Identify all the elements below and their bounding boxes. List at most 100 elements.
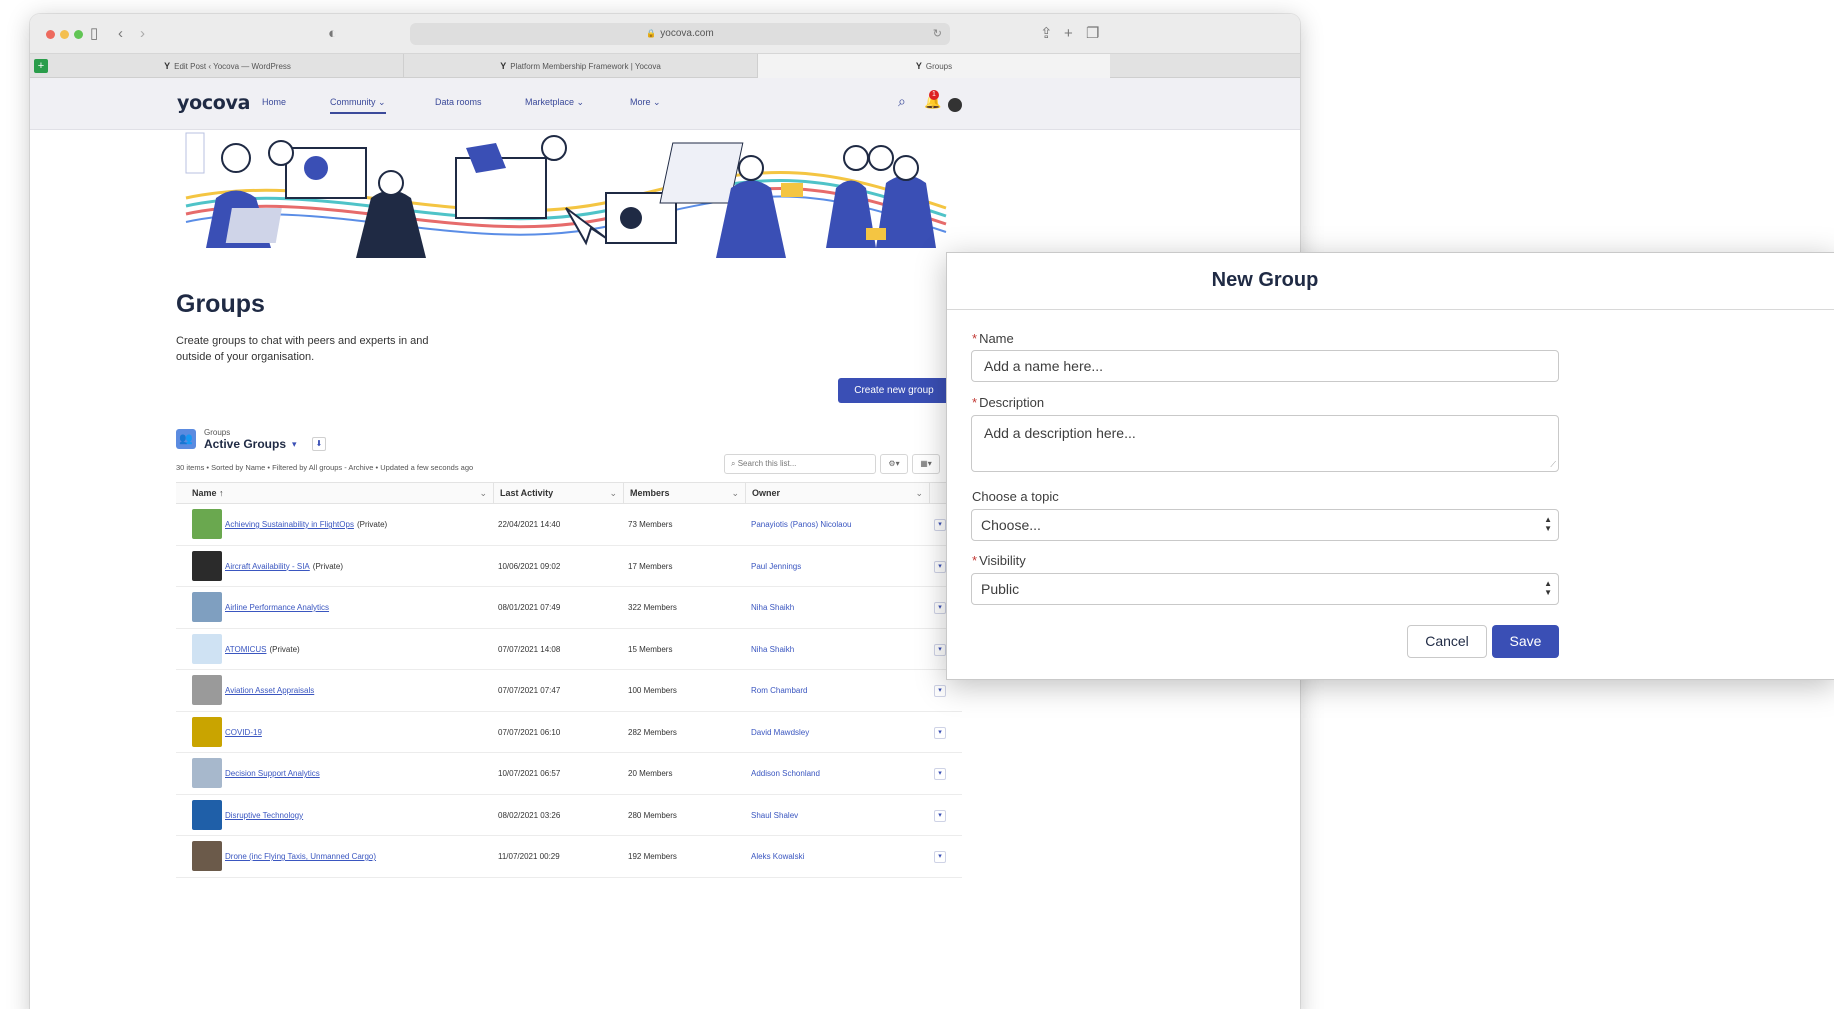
column-header-name[interactable]: Name ↑ ⌄ — [176, 483, 494, 504]
members-cell: 100 Members — [628, 686, 677, 695]
tab-overview-icon[interactable]: ❐ — [1086, 24, 1099, 44]
new-group-modal: New Group * Name Add a name here... * Desc… — [946, 252, 1834, 680]
screen: ▯ ‹ › ◐ 🔒 yocova.com ↻ ⇪ + ❐ + Y Edit Post… — [0, 0, 1834, 1009]
group-name-link[interactable]: COVID-19 — [225, 728, 262, 737]
name-input[interactable]: Add a name here... — [971, 350, 1559, 382]
row-actions-chevron-down-icon[interactable]: ▾ — [934, 560, 946, 573]
column-header-owner[interactable]: Owner ⌄ — [746, 483, 930, 504]
owner-link[interactable]: Paul Jennings — [751, 546, 931, 587]
tab-title: Platform Membership Framework | Yocova — [510, 62, 661, 71]
tab-groups[interactable]: Y Groups — [758, 54, 1110, 78]
row-actions-chevron-down-icon[interactable]: ▾ — [934, 726, 946, 739]
owner-link[interactable]: Rom Chambard — [751, 670, 931, 711]
address-bar[interactable]: 🔒 yocova.com ↻ — [410, 23, 950, 45]
owner-link[interactable]: Niha Shaikh — [751, 587, 931, 628]
nav-marketplace[interactable]: Marketplace ⌄ — [525, 97, 584, 108]
description-textarea[interactable]: Add a description here... ⟋ — [971, 415, 1559, 472]
column-header-last-activity[interactable]: Last Activity ⌄ — [494, 483, 624, 504]
list-view-name[interactable]: Active Groups — [204, 437, 286, 451]
row-actions-chevron-down-icon[interactable]: ▾ — [934, 643, 946, 656]
owner-link[interactable]: Panayiotis (Panos) Nicolaou — [751, 504, 931, 545]
list-settings-button[interactable]: ⚙▾ — [880, 454, 908, 474]
topic-select[interactable]: Choose... ▲ ▼ — [971, 509, 1559, 541]
nav-data-rooms[interactable]: Data rooms — [435, 97, 482, 107]
group-name-link[interactable]: Aviation Asset Appraisals — [225, 686, 314, 695]
cancel-button[interactable]: Cancel — [1407, 625, 1487, 658]
group-name-link[interactable]: Achieving Sustainability in FlightOps — [225, 520, 354, 529]
resize-handle-icon[interactable]: ⟋ — [1550, 461, 1556, 469]
site-logo[interactable]: yocova — [177, 92, 250, 114]
group-name-link[interactable]: Drone (inc Flying Taxis, Unmanned Cargo) — [225, 852, 376, 861]
search-icon[interactable]: ⌕ — [898, 93, 906, 110]
owner-link[interactable]: David Mawdsley — [751, 712, 931, 753]
table-row: ATOMICUS (Private) 07/07/2021 14:08 15 Memb… — [176, 629, 962, 670]
group-thumbnail — [192, 799, 222, 830]
chevron-down-icon[interactable]: ⌄ — [731, 483, 739, 504]
visibility-select[interactable]: Public ▲ ▼ — [971, 573, 1559, 605]
group-name-cell: COVID-19 — [225, 712, 485, 753]
new-tab-icon[interactable]: + — [1064, 24, 1073, 44]
row-actions-chevron-down-icon[interactable]: ▾ — [934, 768, 946, 780]
members-cell: 192 Members — [628, 852, 677, 861]
owner-link[interactable]: Aleks Kowalski — [751, 836, 931, 877]
table-row: Airline Performance Analytics 08/01/2021 … — [176, 587, 962, 629]
members-cell: 73 Members — [628, 520, 673, 529]
owner-link[interactable]: Niha Shaikh — [751, 629, 931, 670]
notification-badge: 1 — [929, 90, 939, 100]
nav-home[interactable]: Home — [262, 97, 286, 107]
group-thumbnail — [192, 758, 222, 788]
row-actions-chevron-down-icon[interactable]: ▾ — [934, 602, 946, 614]
title-bar: ▯ ‹ › ◐ 🔒 yocova.com ↻ ⇪ + ❐ — [30, 14, 1300, 54]
row-actions-chevron-down-icon[interactable]: ▾ — [934, 809, 946, 822]
groups-table: Name ↑ ⌄ Last Activity ⌄ Members ⌄ Owner ⌄ A… — [176, 482, 962, 878]
group-name-link[interactable]: ATOMICUS — [225, 645, 266, 654]
row-actions-chevron-down-icon[interactable]: ▾ — [934, 685, 946, 697]
group-name-cell: Airline Performance Analytics — [225, 587, 485, 628]
group-name-link[interactable]: Decision Support Analytics — [225, 769, 320, 778]
favicon: Y — [915, 61, 922, 71]
group-name-cell: Achieving Sustainability in FlightOps (Pr… — [225, 504, 485, 545]
tab-edit-post[interactable]: Y Edit Post ‹ Yocova — WordPress — [52, 54, 404, 78]
close-window-button[interactable] — [46, 30, 55, 39]
chevron-down-icon[interactable]: ⌄ — [609, 483, 617, 504]
table-row: Decision Support Analytics 10/07/2021 06:… — [176, 753, 962, 795]
chevron-down-icon[interactable]: ▾ — [292, 439, 297, 450]
column-label: Owner — [752, 488, 781, 498]
owner-link[interactable]: Addison Schonland — [751, 753, 931, 794]
create-group-button[interactable]: Create new group — [838, 378, 950, 403]
forward-icon[interactable]: › — [140, 24, 145, 44]
chevron-down-icon[interactable]: ⌄ — [479, 483, 487, 504]
nav-more[interactable]: More ⌄ — [630, 97, 661, 108]
reload-icon[interactable]: ↻ — [933, 23, 942, 45]
back-icon[interactable]: ‹ — [118, 24, 123, 44]
maximize-window-button[interactable] — [74, 30, 83, 39]
group-thumbnail — [192, 841, 222, 871]
save-button[interactable]: Save — [1492, 625, 1559, 658]
group-name-cell: Drone (inc Flying Taxis, Unmanned Cargo) — [225, 836, 485, 877]
group-thumbnail — [192, 592, 222, 622]
extension-icon[interactable]: + — [34, 59, 48, 73]
share-icon[interactable]: ⇪ — [1040, 24, 1053, 44]
column-header-members[interactable]: Members ⌄ — [624, 483, 746, 504]
table-row: COVID-19 07/07/2021 06:10 282 Members David… — [176, 712, 962, 753]
tab-membership-framework[interactable]: Y Platform Membership Framework | Yocova — [404, 54, 758, 78]
pin-icon[interactable]: ⬇ — [312, 437, 326, 451]
group-name-link[interactable]: Aircraft Availability - SIA — [225, 562, 310, 571]
group-privacy-tag: (Private) — [312, 561, 344, 571]
sidebar-icon[interactable]: ▯ — [90, 24, 98, 44]
row-actions-chevron-down-icon[interactable]: ▾ — [934, 851, 946, 863]
avatar[interactable] — [948, 98, 962, 112]
group-name-link[interactable]: Airline Performance Analytics — [225, 603, 329, 612]
shield-icon[interactable]: ◐ — [328, 24, 337, 44]
display-as-button[interactable]: ▦▾ — [912, 454, 940, 474]
site-nav: yocova Home Community ⌄ Data rooms Marke… — [30, 78, 1300, 130]
group-name-link[interactable]: Disruptive Technology — [225, 811, 303, 820]
nav-community[interactable]: Community ⌄ — [330, 97, 386, 114]
group-name-cell: Aircraft Availability - SIA (Private) — [225, 546, 485, 587]
search-list-input[interactable]: ⌕ Search this list... — [724, 454, 876, 474]
favicon: Y — [500, 61, 507, 71]
row-actions-chevron-down-icon[interactable]: ▾ — [934, 519, 946, 531]
minimize-window-button[interactable] — [60, 30, 69, 39]
owner-link[interactable]: Shaul Shalev — [751, 795, 931, 836]
chevron-down-icon[interactable]: ⌄ — [915, 483, 923, 504]
